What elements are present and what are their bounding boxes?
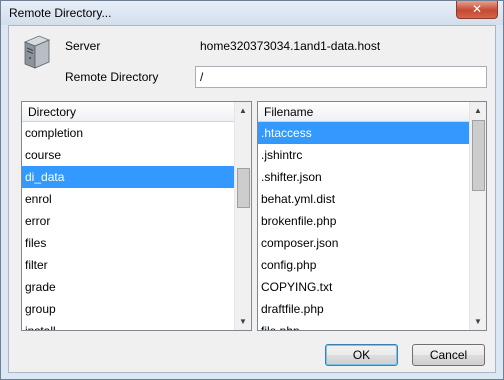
server-icon bbox=[23, 35, 51, 69]
file-item[interactable]: config.php bbox=[258, 254, 469, 276]
close-icon: ✕ bbox=[471, 2, 483, 16]
file-item[interactable]: .shifter.json bbox=[258, 166, 469, 188]
directory-item[interactable]: completion bbox=[22, 122, 234, 144]
file-scrollbar[interactable]: ▲ ▼ bbox=[469, 102, 486, 330]
file-item[interactable]: file.php bbox=[258, 320, 469, 330]
file-item[interactable]: composer.json bbox=[258, 232, 469, 254]
file-rows: .htaccess .jshintrc .shifter.json behat.… bbox=[258, 122, 469, 330]
server-field: home320373034.1and1-data.host bbox=[195, 35, 487, 57]
directory-scrollbar[interactable]: ▲ ▼ bbox=[234, 102, 251, 330]
directory-item[interactable]: group bbox=[22, 298, 234, 320]
scroll-down-arrow-icon[interactable]: ▼ bbox=[470, 313, 486, 330]
scroll-up-arrow-icon[interactable]: ▲ bbox=[470, 102, 486, 119]
file-item[interactable]: brokenfile.php bbox=[258, 210, 469, 232]
file-scroll-thumb[interactable] bbox=[472, 120, 485, 191]
file-list[interactable]: Filename .htaccess .jshintrc .shifter.js… bbox=[257, 101, 487, 331]
server-label: Server bbox=[65, 39, 101, 53]
file-item-selected[interactable]: .htaccess bbox=[258, 122, 469, 144]
file-item[interactable]: COPYING.txt bbox=[258, 276, 469, 298]
directory-column-header[interactable]: Directory bbox=[22, 102, 234, 122]
directory-item[interactable]: install bbox=[22, 320, 234, 330]
remote-directory-label: Remote Directory bbox=[65, 70, 159, 84]
directory-item-selected[interactable]: di_data bbox=[22, 166, 234, 188]
directory-item[interactable]: enrol bbox=[22, 188, 234, 210]
remote-directory-input[interactable]: / bbox=[195, 66, 487, 88]
remote-directory-dialog: Remote Directory... ✕ Server home3203730… bbox=[0, 0, 504, 380]
filename-column-header[interactable]: Filename bbox=[258, 102, 469, 122]
window-title: Remote Directory... bbox=[9, 6, 112, 20]
file-item[interactable]: .jshintrc bbox=[258, 144, 469, 166]
file-item[interactable]: behat.yml.dist bbox=[258, 188, 469, 210]
directory-rows: completion course di_data enrol error fi… bbox=[22, 122, 234, 330]
cancel-button[interactable]: Cancel bbox=[412, 344, 485, 366]
directory-list[interactable]: Directory completion course di_data enro… bbox=[21, 101, 252, 331]
dialog-body: Server home320373034.1and1-data.host Rem… bbox=[8, 25, 496, 373]
close-button[interactable]: ✕ bbox=[456, 1, 498, 19]
file-item[interactable]: draftfile.php bbox=[258, 298, 469, 320]
filename-header-label: Filename bbox=[264, 105, 314, 119]
directory-item[interactable]: files bbox=[22, 232, 234, 254]
scroll-down-arrow-icon[interactable]: ▼ bbox=[235, 313, 251, 330]
directory-item[interactable]: filter bbox=[22, 254, 234, 276]
directory-item[interactable]: error bbox=[22, 210, 234, 232]
ok-button[interactable]: OK bbox=[325, 344, 398, 366]
directory-item[interactable]: grade bbox=[22, 276, 234, 298]
directory-header-label: Directory bbox=[28, 105, 77, 119]
scroll-up-arrow-icon[interactable]: ▲ bbox=[235, 102, 251, 119]
directory-item[interactable]: course bbox=[22, 144, 234, 166]
directory-scroll-thumb[interactable] bbox=[237, 168, 250, 208]
title-bar[interactable]: Remote Directory... ✕ bbox=[1, 1, 503, 25]
